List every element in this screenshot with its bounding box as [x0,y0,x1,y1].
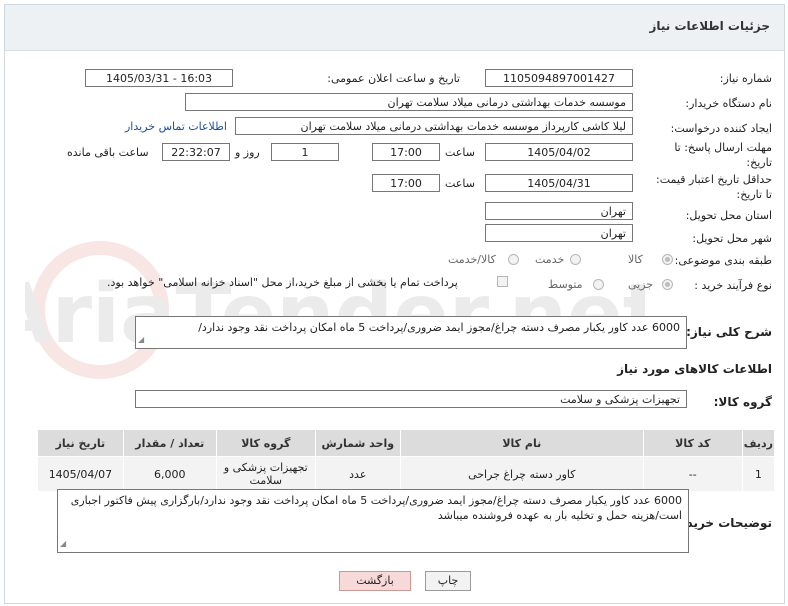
cell-row: 1 [741,456,776,492]
col-row: ردیف [741,429,776,457]
reply-deadline-label: مهلت ارسال پاسخ: تا [674,141,772,154]
need-number-label: شماره نیاز: [719,72,772,85]
goods-table-header: ردیف کد کالا نام کالا واحد شمارش گروه کا… [37,429,776,457]
reply-date-field: 1405/04/02 [485,143,633,161]
category-option-service: خدمت [535,253,565,266]
cell-quantity: 6,000 [122,456,217,492]
process-radio-partial[interactable] [662,279,673,290]
day-and-label: روز و [235,146,260,159]
reply-hour-label: ساعت [445,146,475,159]
overall-desc-textarea[interactable]: 6000 عدد کاور یکبار مصرف دسته چراغ/مجوز … [135,316,687,349]
category-option-goods: کالا [628,253,643,266]
requester-label: ایجاد کننده درخواست: [670,122,772,135]
print-button[interactable]: چاپ [425,571,471,591]
category-radio-service[interactable] [570,254,581,265]
reply-deadline-label-2: تاریخ: [746,156,772,169]
cell-group: تجهیزات پزشکی و سلامت [215,456,316,492]
panel-title: جزئیات اطلاعات نیاز [649,19,770,33]
validity-date-field: 1405/04/31 [485,174,633,192]
cell-unit: عدد [314,456,401,492]
category-radio-goods-service[interactable] [508,254,519,265]
province-label: استان محل تحویل: [685,209,772,222]
buyer-contact-link[interactable]: اطلاعات تماس خریدار [125,120,227,133]
validity-time-field: 17:00 [372,174,440,192]
announce-datetime-field: 1405/03/31 - 16:03 [85,69,233,87]
table-row: 1 -- کاور دسته چراغ جراحی عدد تجهیزات پز… [37,456,776,492]
resize-grip-icon[interactable]: ◢ [60,536,66,551]
goods-table: ردیف کد کالا نام کالا واحد شمارش گروه کا… [37,429,776,492]
validity-hour-label: ساعت [445,177,475,190]
process-option-medium: متوسط [548,278,583,291]
resize-grip-icon[interactable]: ◢ [138,332,144,347]
city-field: تهران [485,224,633,242]
overall-desc-label: شرح کلی نیاز: [686,325,772,339]
validity-label-2: تا تاریخ: [736,188,772,201]
buyer-org-field: موسسه خدمات بهداشتی درمانی میلاد سلامت ت… [185,93,633,111]
requester-field: لیلا کاشی کارپرداز موسسه خدمات بهداشتی د… [235,117,633,135]
time-left-field: 22:32:07 [162,143,230,161]
process-label: نوع فرآیند خرید : [694,279,772,292]
col-quantity: تعداد / مقدار [122,429,217,457]
announce-datetime-label: تاریخ و ساعت اعلان عمومی: [327,72,460,85]
validity-label: حداقل تاریخ اعتبار قیمت: [656,173,772,186]
province-field: تهران [485,202,633,220]
process-radio-medium[interactable] [593,279,604,290]
overall-desc-text: 6000 عدد کاور یکبار مصرف دسته چراغ/مجوز … [198,321,680,334]
buyer-org-label: نام دستگاه خریدار: [685,97,772,110]
watermark-ring [31,241,169,379]
cell-need-date: 1405/04/07 [37,456,124,492]
need-number-field: 1105094897001427 [485,69,633,87]
back-button[interactable]: بازگشت [339,571,411,591]
goods-info-heading: اطلاعات کالاهای مورد نیاز [617,362,772,376]
col-need-date: تاریخ نیاز [37,429,124,457]
panel-header: جزئیات اطلاعات نیاز [5,5,784,51]
city-label: شهر محل تحویل: [692,232,772,245]
cell-code: -- [642,456,743,492]
col-code: کد کالا [642,429,743,457]
reply-time-field: 17:00 [372,143,440,161]
buyer-notes-text: 6000 عدد کاور یکبار مصرف دسته چراغ/مجوز … [70,494,682,522]
days-left-field: 1 [271,143,339,161]
process-option-partial: جزیی [628,278,654,291]
category-radio-goods[interactable] [662,254,673,265]
goods-group-field: تجهیزات پزشکی و سلامت [135,390,687,408]
treasury-note: پرداخت تمام یا بخشی از مبلغ خرید،از محل … [107,276,458,289]
goods-group-label: گروه کالا: [713,395,772,409]
cell-name: کاور دسته چراغ جراحی [399,456,644,492]
category-label: طبقه بندی موضوعی: [674,254,772,267]
need-details-panel: جزئیات اطلاعات نیاز AriaTender.net شماره… [4,4,785,604]
col-unit: واحد شمارش [314,429,401,457]
category-option-goods-service: کالا/خدمت [448,253,496,266]
treasury-checkbox[interactable] [497,276,508,287]
col-group: گروه کالا [215,429,316,457]
buyer-notes-textarea[interactable]: 6000 عدد کاور یکبار مصرف دسته چراغ/مجوز … [57,489,689,553]
hours-left-label: ساعت باقی مانده [67,146,149,159]
col-name: نام کالا [399,429,644,457]
